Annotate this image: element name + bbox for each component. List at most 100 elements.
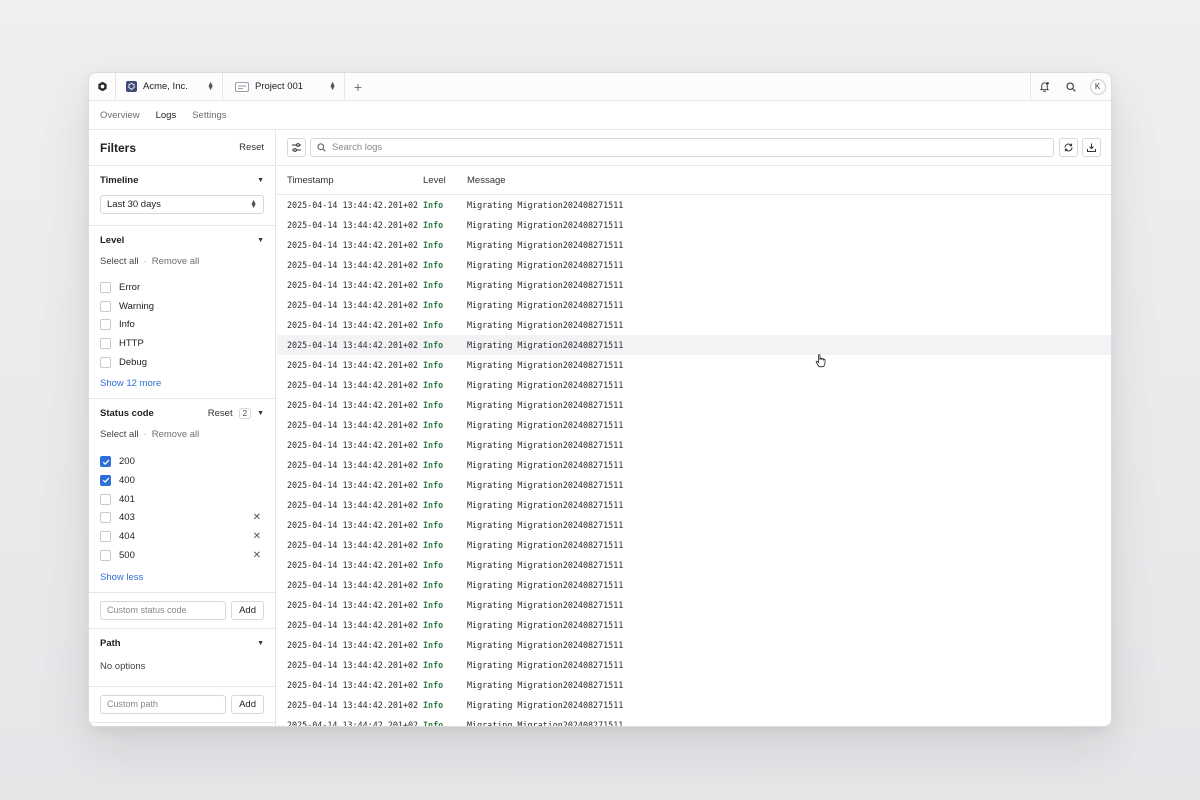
checkbox[interactable] [100, 531, 111, 543]
table-row[interactable]: 2025-04-14 13:44:42.201+02 Info Migrating … [277, 375, 1111, 395]
search-logs-input[interactable]: Search logs [310, 138, 1054, 157]
checkbox[interactable] [100, 281, 111, 293]
remove-x-icon[interactable]: ✕ [253, 550, 261, 561]
custom-status-section: Custom status code Add [89, 593, 275, 629]
add-status-code-button[interactable]: Add [231, 600, 264, 620]
table-row[interactable]: 2025-04-14 13:44:42.201+02 Info Migrating … [277, 335, 1111, 355]
table-row[interactable]: 2025-04-14 13:44:42.201+02 Info Migrating … [277, 695, 1111, 715]
checkbox[interactable] [100, 493, 111, 505]
cell-message: Migrating Migration202408271511 [467, 380, 624, 390]
status-remove-all[interactable]: Remove all [152, 429, 200, 440]
checkbox[interactable] [100, 300, 111, 312]
status-code-section: Status code Reset 2 ▼ Select all · Remov… [89, 399, 275, 593]
table-row[interactable]: 2025-04-14 13:44:42.201+02 Info Migrating … [277, 195, 1111, 215]
plus-icon: + [353, 78, 363, 95]
checkbox[interactable] [100, 549, 111, 561]
table-row[interactable]: 2025-04-14 13:44:42.201+02 Info Migrating … [277, 495, 1111, 515]
refresh-button[interactable] [1059, 138, 1078, 157]
cell-level: Info [423, 200, 444, 210]
table-row[interactable]: 2025-04-14 13:44:42.201+02 Info Migrating … [277, 675, 1111, 695]
page-tabs: Overview Logs Settings [89, 101, 1111, 130]
table-row[interactable]: 2025-04-14 13:44:42.201+02 Info Migrating … [277, 575, 1111, 595]
add-path-button[interactable]: Add [231, 694, 264, 714]
logs-panel: Search logs Timestamp Level Message 2025… [277, 130, 1111, 726]
search-placeholder: Search logs [332, 142, 383, 153]
table-row[interactable]: 2025-04-14 13:44:42.201+02 Info Migrating … [277, 595, 1111, 615]
table-row[interactable]: 2025-04-14 13:44:42.201+02 Info Migrating … [277, 535, 1111, 555]
search-button[interactable] [1057, 73, 1084, 100]
cell-message: Migrating Migration202408271511 [467, 260, 624, 270]
org-selector[interactable]: Acme, Inc. ▲ ▼ [116, 73, 223, 100]
cell-timestamp: 2025-04-14 13:44:42.201+02 [287, 320, 419, 330]
tab-logs[interactable]: Logs [156, 110, 177, 121]
level-select-all[interactable]: Select all [100, 256, 139, 267]
checkbox[interactable] [100, 474, 111, 486]
remove-x-icon[interactable]: ✕ [253, 531, 261, 542]
table-row[interactable]: 2025-04-14 13:44:42.201+02 Info Migrating … [277, 515, 1111, 535]
notifications-button[interactable] [1030, 73, 1057, 100]
cell-timestamp: 2025-04-14 13:44:42.201+02 [287, 260, 419, 270]
table-row[interactable]: 2025-04-14 13:44:42.201+02 Info Migrating … [277, 235, 1111, 255]
tab-settings[interactable]: Settings [192, 110, 226, 121]
cell-message: Migrating Migration202408271511 [467, 700, 624, 710]
column-timestamp[interactable]: Timestamp [277, 175, 423, 186]
status-code-option: 403 ✕ [100, 509, 264, 528]
table-row[interactable]: 2025-04-14 13:44:42.201+02 Info Migrating … [277, 295, 1111, 315]
status-code-reset-button[interactable]: Reset [208, 408, 233, 419]
logs-toolbar: Search logs [277, 130, 1111, 166]
checkbox[interactable] [100, 356, 111, 368]
custom-path-input[interactable]: Custom path [100, 694, 227, 714]
timeline-select[interactable]: Last 30 days ▲ ▼ [100, 195, 264, 214]
table-row[interactable]: 2025-04-14 13:44:42.201+02 Info Migrating … [277, 255, 1111, 275]
table-row[interactable]: 2025-04-14 13:44:42.201+02 Info Migrating … [277, 415, 1111, 435]
table-row[interactable]: 2025-04-14 13:44:42.201+02 Info Migrating … [277, 215, 1111, 235]
table-row[interactable]: 2025-04-14 13:44:42.201+02 Info Migrating … [277, 715, 1111, 726]
cell-message: Migrating Migration202408271511 [467, 720, 624, 726]
app-logo[interactable] [89, 73, 116, 100]
show-more-link[interactable]: Show 12 more [100, 371, 264, 398]
level-remove-all[interactable]: Remove all [152, 256, 200, 267]
table-row[interactable]: 2025-04-14 13:44:42.201+02 Info Migrating … [277, 475, 1111, 495]
cell-timestamp: 2025-04-14 13:44:42.201+02 [287, 680, 419, 690]
cell-level: Info [423, 360, 444, 370]
checkbox[interactable] [100, 319, 111, 331]
table-row[interactable]: 2025-04-14 13:44:42.201+02 Info Migrating … [277, 315, 1111, 335]
remove-x-icon[interactable]: ✕ [253, 512, 261, 523]
table-row[interactable]: 2025-04-14 13:44:42.201+02 Info Migrating … [277, 435, 1111, 455]
table-row[interactable]: 2025-04-14 13:44:42.201+02 Info Migrating … [277, 555, 1111, 575]
table-row[interactable]: 2025-04-14 13:44:42.201+02 Info Migrating … [277, 395, 1111, 415]
table-row[interactable]: 2025-04-14 13:44:42.201+02 Info Migrating … [277, 355, 1111, 375]
filter-toggle-button[interactable] [287, 138, 306, 157]
caret-down-icon: ▼ [257, 237, 264, 244]
custom-status-code-input[interactable]: Custom status code [100, 600, 227, 620]
table-row[interactable]: 2025-04-14 13:44:42.201+02 Info Migrating … [277, 455, 1111, 475]
path-header[interactable]: Path ▼ [100, 629, 264, 658]
show-less-link[interactable]: Show less [100, 565, 264, 592]
tab-overview[interactable]: Overview [100, 110, 140, 121]
status-select-all[interactable]: Select all [100, 429, 139, 440]
level-header[interactable]: Level ▼ [100, 226, 264, 255]
checkbox[interactable] [100, 512, 111, 524]
table-row[interactable]: 2025-04-14 13:44:42.201+02 Info Migrating … [277, 615, 1111, 635]
column-level[interactable]: Level [423, 175, 467, 186]
checkbox[interactable] [100, 337, 111, 349]
column-message[interactable]: Message [467, 175, 1111, 186]
cell-message: Migrating Migration202408271511 [467, 420, 624, 430]
cell-level: Info [423, 460, 444, 470]
reset-filters-button[interactable]: Reset [239, 142, 264, 153]
cell-level: Info [423, 420, 444, 430]
timeline-header[interactable]: Timeline ▼ [100, 166, 264, 195]
project-selector[interactable]: Project 001 ▲ ▼ [223, 73, 345, 100]
status-code-option: 401 [100, 490, 264, 509]
add-project-button[interactable]: + [345, 73, 371, 100]
checkbox[interactable] [100, 456, 111, 468]
status-code-header[interactable]: Status code Reset 2 ▼ [100, 399, 264, 428]
table-row[interactable]: 2025-04-14 13:44:42.201+02 Info Migrating … [277, 635, 1111, 655]
option-label: 401 [119, 493, 135, 505]
cell-message: Migrating Migration202408271511 [467, 220, 624, 230]
download-button[interactable] [1082, 138, 1101, 157]
table-row[interactable]: 2025-04-14 13:44:42.201+02 Info Migrating … [277, 275, 1111, 295]
table-row[interactable]: 2025-04-14 13:44:42.201+02 Info Migrating … [277, 655, 1111, 675]
user-menu[interactable]: K [1084, 73, 1111, 100]
status-code-option: 404 ✕ [100, 527, 264, 546]
